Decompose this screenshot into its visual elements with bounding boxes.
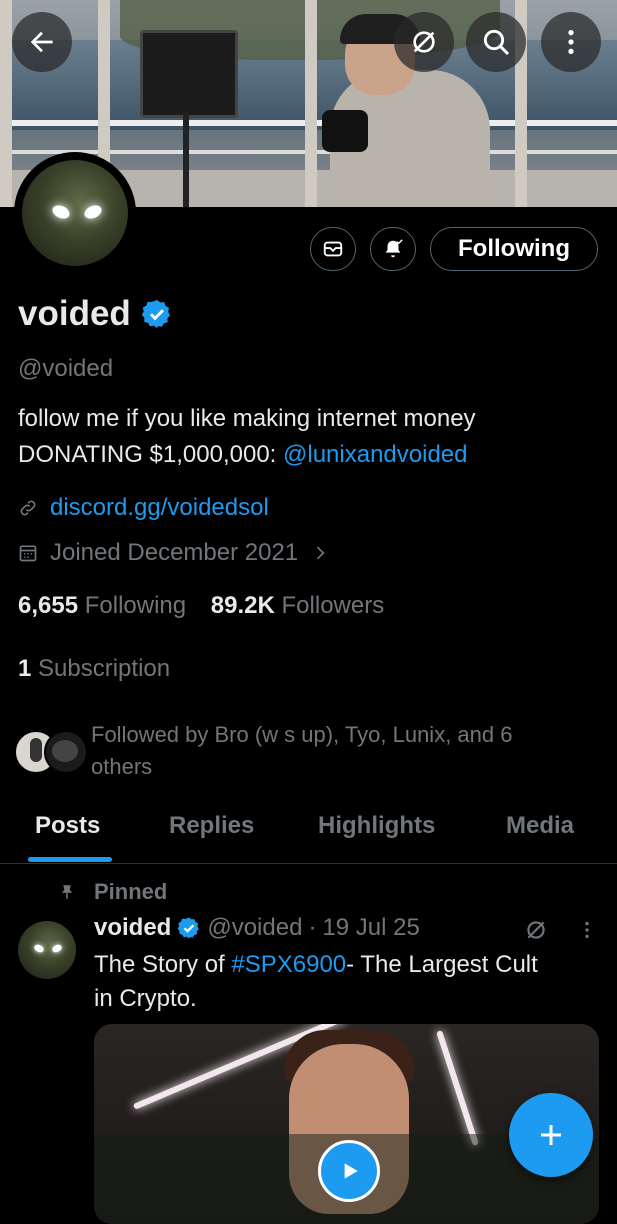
followers-link[interactable]: 89.2K Followers: [211, 592, 384, 619]
pin-icon: [61, 885, 73, 899]
tab-highlights[interactable]: Highlights: [318, 812, 435, 840]
bell-check-icon: [385, 239, 403, 258]
active-tab-indicator: [28, 857, 112, 862]
notifications-button[interactable]: [370, 227, 416, 271]
bio-line-2: DONATING $1,000,000: @lunixandvoided: [18, 441, 468, 469]
display-name-row: voided: [18, 294, 173, 334]
following-button[interactable]: Following: [430, 227, 598, 271]
post-hashtag[interactable]: #SPX6900: [231, 951, 346, 978]
tab-posts[interactable]: Posts: [35, 812, 100, 840]
envelope-icon: [323, 241, 343, 257]
following-label: Following: [84, 592, 187, 619]
more-vertical-icon: [568, 30, 574, 54]
post-grok-button[interactable]: [523, 917, 549, 948]
tabs-divider: [0, 863, 617, 864]
subscription-count: 1: [18, 655, 32, 682]
website-link[interactable]: discord.gg/voidedsol: [50, 494, 269, 522]
post-author-avatar[interactable]: [18, 921, 76, 979]
play-button[interactable]: [318, 1140, 380, 1202]
follower-avatar-2: [44, 730, 88, 774]
post-text-suffix: - The Largest Cult: [346, 951, 538, 978]
joined-row[interactable]: Joined December 2021: [18, 539, 342, 567]
subscriptions-link[interactable]: 1 Subscription: [18, 655, 170, 683]
bio-line-1: follow me if you like making internet mo…: [18, 405, 476, 432]
subscription-label: Subscription: [38, 655, 171, 682]
post-separator: ·: [308, 914, 317, 941]
pinned-row: Pinned: [58, 879, 167, 905]
profile-avatar[interactable]: [14, 152, 136, 274]
grok-icon: [527, 921, 545, 939]
verified-badge-icon: [141, 300, 170, 328]
plus-icon: [541, 1125, 561, 1145]
chevron-right-icon: [317, 546, 325, 560]
calendar-icon: [19, 545, 37, 562]
grok-icon: [413, 31, 435, 53]
followed-by-line-2: others: [91, 754, 153, 779]
following-link[interactable]: 6,655 Following: [18, 592, 186, 619]
message-button[interactable]: [310, 227, 356, 271]
play-icon: [344, 1163, 358, 1179]
post-text: The Story of #SPX6900- The Largest Cult …: [94, 948, 604, 1016]
link-icon: [20, 500, 36, 516]
more-vertical-icon: [585, 921, 589, 939]
joined-date: Joined December 2021: [50, 539, 299, 566]
post-more-button[interactable]: [576, 917, 598, 948]
pinned-label: Pinned: [94, 879, 168, 904]
post-date: 19 Jul 25: [322, 914, 420, 941]
tab-replies[interactable]: Replies: [169, 812, 254, 840]
followers-count: 89.2K: [210, 592, 275, 619]
followed-by-line-1: Followed by Bro (w s up), Tyo, Lunix, an…: [91, 722, 513, 747]
post-author-name[interactable]: voided: [94, 914, 171, 942]
post-header: voided @voided · 19 Jul 25: [94, 914, 420, 942]
following-count: 6,655: [18, 592, 79, 619]
compose-button[interactable]: [509, 1093, 593, 1177]
display-name: voided: [18, 294, 131, 333]
followers-label: Followers: [281, 592, 385, 619]
followed-by-text[interactable]: Followed by Bro (w s up), Tyo, Lunix, an…: [91, 719, 571, 783]
search-icon: [483, 29, 510, 56]
back-button[interactable]: [12, 12, 72, 72]
profile-handle: @voided: [18, 355, 114, 382]
post-text-prefix: The Story of: [94, 951, 232, 978]
follow-counts: 6,655 Following 89.2K Followers: [18, 592, 384, 620]
tab-media[interactable]: Media: [506, 812, 574, 840]
verified-badge-icon: [177, 917, 200, 939]
more-button[interactable]: [541, 12, 601, 72]
search-button[interactable]: [466, 12, 526, 72]
grok-button[interactable]: [394, 12, 454, 72]
post-author-handle: @voided: [207, 914, 303, 941]
post-text-line-2: in Crypto.: [94, 985, 197, 1012]
arrow-left-icon: [30, 31, 53, 53]
website-row: discord.gg/voidedsol: [18, 494, 269, 522]
bio-text: DONATING $1,000,000:: [18, 441, 284, 468]
bio-mention-link[interactable]: @lunixandvoided: [283, 441, 468, 468]
